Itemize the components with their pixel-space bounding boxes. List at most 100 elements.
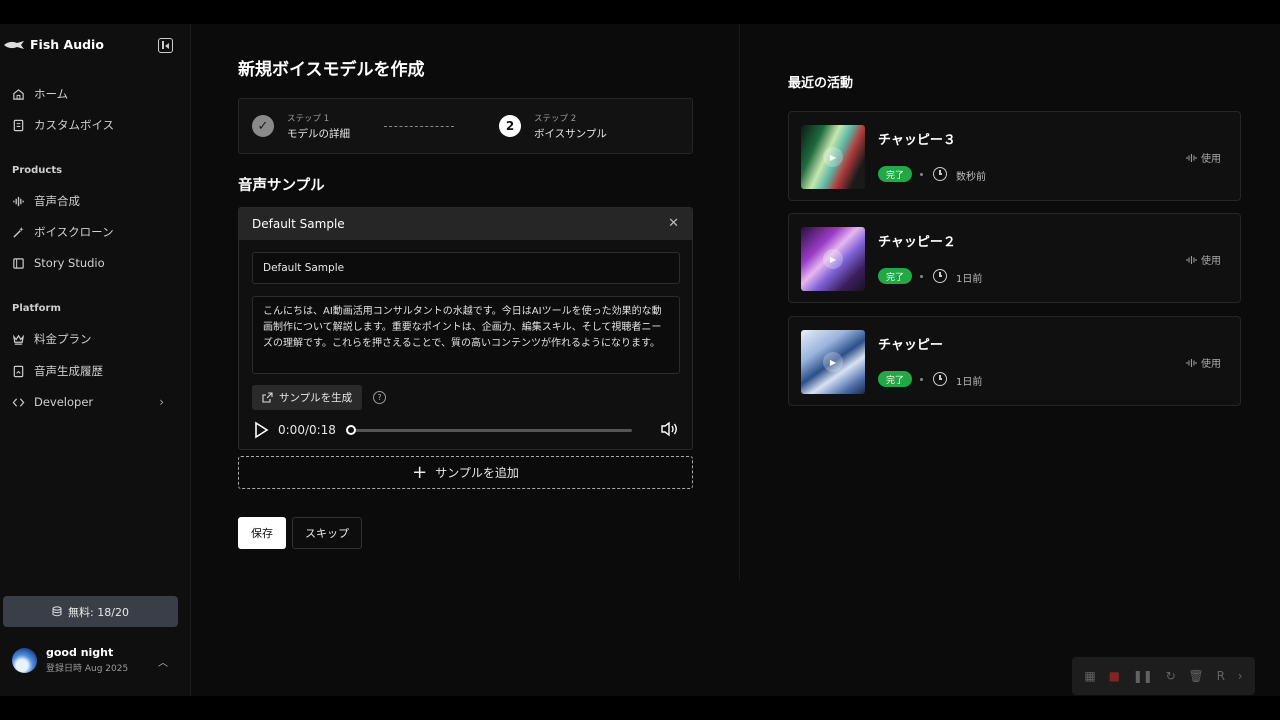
- activity-card[interactable]: ▶ チャッピー３ 完了 数秒前 使用: [788, 111, 1241, 201]
- fish-logo-icon: [4, 40, 24, 49]
- stepper: ✓ ステップ 1 モデルの詳細 2 ステップ 2 ボイスサンプル: [238, 98, 693, 154]
- logo-text: Fish Audio: [30, 37, 104, 52]
- page-title: 新規ボイスモデルを作成: [238, 60, 425, 80]
- waveform-icon: [1186, 255, 1197, 264]
- step-2[interactable]: ステップ 2 ボイスサンプル: [534, 112, 607, 141]
- use-button[interactable]: 使用: [1186, 252, 1221, 267]
- add-sample-button[interactable]: + サンプルを追加: [238, 456, 693, 489]
- chevron-right-icon[interactable]: ›: [1238, 669, 1243, 683]
- step-1-number: ステップ 1: [287, 114, 330, 124]
- sidebar-item-label: 音声合成: [34, 194, 80, 208]
- activity-name: チャッピー: [878, 338, 943, 353]
- check-icon: ✓: [252, 115, 274, 137]
- section-label-platform: Platform: [12, 303, 61, 314]
- use-label: 使用: [1201, 256, 1221, 267]
- user-name: good night: [46, 646, 114, 659]
- play-overlay-icon: ▶: [823, 352, 843, 372]
- clock-icon: [933, 167, 947, 181]
- sidebar-item-home[interactable]: ホーム: [12, 86, 68, 102]
- add-sample-label: サンプルを追加: [435, 466, 519, 480]
- activity-time: 数秒前: [956, 172, 986, 183]
- activity-card[interactable]: ▶ チャッピー２ 完了 1日前 使用: [788, 213, 1241, 303]
- activity-name: チャッピー３: [878, 133, 956, 148]
- activity-time: 1日前: [956, 377, 983, 388]
- volume-icon[interactable]: [660, 421, 680, 437]
- waveform-icon: [13, 196, 24, 206]
- sidebar-item-label: 音声生成履歴: [34, 364, 103, 378]
- clock-icon: [933, 269, 947, 283]
- logo[interactable]: Fish Audio: [4, 37, 104, 52]
- sidebar-item-custom-voice[interactable]: カスタムボイス: [12, 117, 114, 133]
- grid-icon[interactable]: ▦: [1084, 669, 1095, 683]
- play-overlay-icon: ▶: [823, 249, 843, 269]
- step-1-label: モデルの詳細: [287, 128, 350, 140]
- sidebar-item-label: カスタムボイス: [34, 118, 115, 132]
- section-label-products: Products: [12, 165, 63, 176]
- cursor-icon[interactable]: R: [1217, 669, 1225, 683]
- history-icon: [13, 365, 24, 377]
- clock-icon: [933, 372, 947, 386]
- quota-button[interactable]: 無料: 18/20: [3, 596, 178, 627]
- close-icon[interactable]: ✕: [668, 216, 679, 231]
- chevron-right-icon[interactable]: ›: [159, 395, 164, 409]
- save-button[interactable]: 保存: [238, 517, 286, 549]
- sample-card-title: Default Sample: [252, 217, 345, 231]
- seek-thumb[interactable]: [345, 424, 356, 435]
- chevron-up-icon[interactable]: ︿: [158, 654, 168, 669]
- use-label: 使用: [1201, 359, 1221, 370]
- quota-label: 無料: 18/20: [68, 605, 129, 619]
- audio-time: 0:00/0:18: [278, 423, 336, 437]
- sample-card-header[interactable]: Default Sample ✕: [239, 208, 692, 240]
- sidebar-item-story-studio[interactable]: Story Studio: [12, 256, 105, 270]
- pause-icon[interactable]: ❚❚: [1133, 669, 1153, 683]
- skip-button[interactable]: スキップ: [292, 517, 362, 549]
- sidebar-item-label: Story Studio: [34, 256, 105, 270]
- trash-icon[interactable]: 🗑: [1189, 669, 1204, 683]
- video-thumbnail[interactable]: ▶: [801, 125, 865, 189]
- user-profile[interactable]: good night 登録日時 Aug 2025: [12, 646, 128, 674]
- separator-dot: [920, 275, 923, 278]
- audio-seek-bar[interactable]: [345, 424, 632, 435]
- sidebar-item-label: ホーム: [34, 87, 69, 101]
- help-icon[interactable]: ?: [373, 391, 386, 404]
- waveform-icon: [1186, 153, 1197, 162]
- sidebar-item-developer[interactable]: Developer: [12, 395, 179, 409]
- recorder-toolbar: ▦ ■ ❚❚ ↻ 🗑 R ›: [1072, 657, 1255, 695]
- sidebar-item-pricing[interactable]: 料金プラン: [12, 331, 92, 347]
- sidebar: Fish Audio ホーム カスタムボイス Products 音声合成 ボイス…: [0, 24, 191, 696]
- play-icon[interactable]: [252, 421, 270, 439]
- home-icon: [13, 88, 24, 100]
- separator-dot: [920, 378, 923, 381]
- video-thumbnail[interactable]: ▶: [801, 330, 865, 394]
- plus-icon: +: [412, 462, 428, 483]
- sidebar-item-label: 料金プラン: [34, 332, 92, 346]
- status-badge: 完了: [878, 371, 913, 387]
- activity-card[interactable]: ▶ チャッピー 完了 1日前 使用: [788, 316, 1241, 406]
- sidebar-item-tts[interactable]: 音声合成: [12, 193, 80, 209]
- audio-player: 0:00/0:18: [252, 418, 680, 442]
- sidebar-item-voice-clone[interactable]: ボイスクローン: [12, 224, 114, 240]
- use-button[interactable]: 使用: [1186, 355, 1221, 370]
- code-icon: [12, 397, 25, 407]
- sample-text-area[interactable]: こんにちは、AI動画活用コンサルタントの水越です。今日はAIツールを使った効果的…: [252, 296, 680, 374]
- sample-name-input[interactable]: Default Sample: [252, 252, 680, 284]
- step-1[interactable]: ステップ 1 モデルの詳細: [287, 112, 350, 141]
- generate-sample-button[interactable]: サンプルを生成: [252, 385, 363, 410]
- sample-card: Default Sample ✕ Default Sample こんにちは、AI…: [238, 207, 693, 450]
- step-2-badge: 2: [499, 115, 521, 137]
- step-2-label: ボイスサンプル: [534, 128, 607, 140]
- use-button[interactable]: 使用: [1186, 150, 1221, 165]
- document-icon: [13, 119, 24, 131]
- use-label: 使用: [1201, 154, 1221, 165]
- step-connector: [384, 126, 454, 127]
- collapse-sidebar-icon[interactable]: [158, 38, 173, 53]
- generate-sample-label: サンプルを生成: [279, 392, 353, 404]
- video-thumbnail[interactable]: ▶: [801, 227, 865, 291]
- sidebar-item-history[interactable]: 音声生成履歴: [12, 363, 103, 379]
- book-icon: [13, 257, 24, 269]
- status-badge: 完了: [878, 268, 913, 284]
- restart-icon[interactable]: ↻: [1166, 669, 1176, 683]
- waveform-icon: [1186, 358, 1197, 367]
- stop-icon[interactable]: ■: [1109, 669, 1120, 683]
- user-registered: 登録日時 Aug 2025: [46, 664, 129, 674]
